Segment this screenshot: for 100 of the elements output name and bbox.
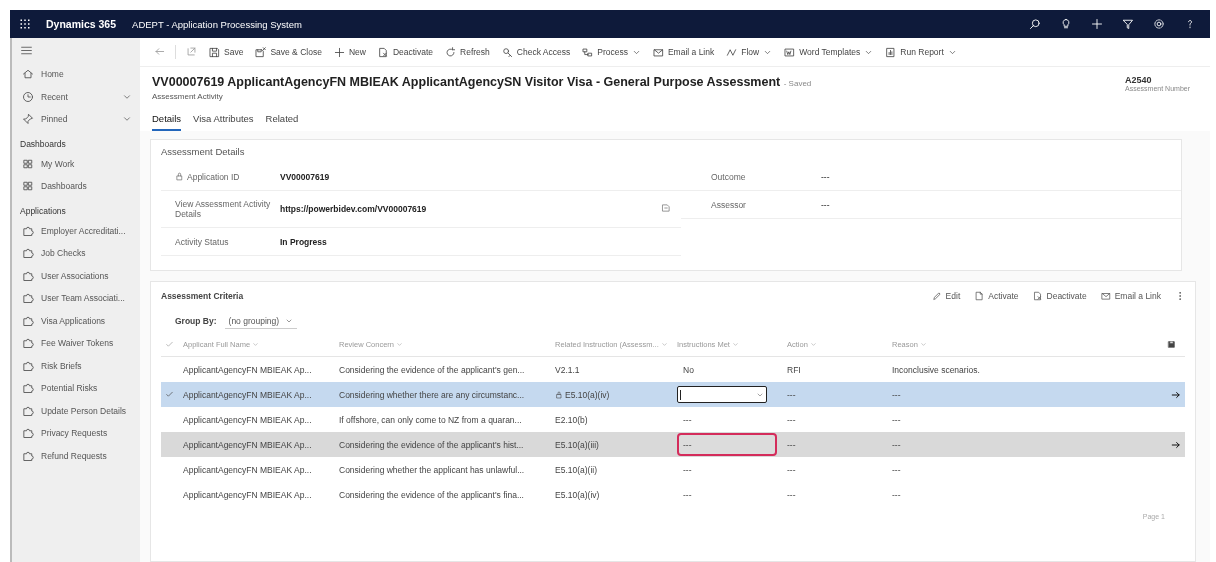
document-icon bbox=[974, 291, 985, 301]
group-by-dropdown[interactable]: (no grouping) bbox=[224, 313, 298, 329]
nav-item[interactable]: Privacy Requests bbox=[12, 422, 140, 445]
refresh-icon bbox=[445, 46, 457, 58]
document-icon bbox=[784, 46, 796, 58]
focused-cell: --- bbox=[677, 433, 777, 456]
table-row[interactable]: ApplicantAgencyFN MBIEAK Ap... Considering the evidence of the applicant's gen... V2.1.1 No RFI Inconclusive scenarios. bbox=[161, 357, 1185, 382]
command-button[interactable]: Save & Close bbox=[249, 41, 328, 63]
table-cell: --- bbox=[787, 389, 796, 400]
nav-item[interactable]: Risk Briefs bbox=[12, 354, 140, 377]
section-title: Assessment Details bbox=[161, 146, 246, 157]
table-cell: ApplicantAgencyFN MBIEAK Ap... bbox=[183, 389, 312, 400]
entity-name: Assessment Activity bbox=[152, 92, 224, 101]
key-icon bbox=[501, 46, 513, 58]
lock-icon bbox=[555, 390, 563, 399]
row-check-icon bbox=[165, 390, 174, 399]
command-button[interactable]: Refresh bbox=[439, 41, 496, 63]
subgrid-command[interactable]: Activate bbox=[974, 291, 1019, 301]
nav-item[interactable]: User Team Associati... bbox=[12, 287, 140, 310]
table-row[interactable]: ApplicantAgencyFN MBIEAK Ap... Considering the evidence of the applicant's hist... E5.10(a)(iii) --- --- --- bbox=[161, 432, 1185, 457]
chevron-icon bbox=[396, 340, 404, 348]
lock-icon bbox=[175, 172, 184, 181]
table-cell: Considering whether the applicant has unlawful... bbox=[339, 464, 525, 475]
field-value: --- bbox=[821, 171, 831, 182]
chevron-icon bbox=[660, 340, 668, 348]
nav-item[interactable]: Update Person Details bbox=[12, 399, 140, 422]
tab[interactable]: Visa Attributes bbox=[193, 111, 254, 131]
table-cell: --- bbox=[892, 439, 901, 450]
open-record-button[interactable] bbox=[1171, 439, 1181, 450]
settings-icon bbox=[1153, 18, 1165, 30]
table-cell: E5.10(a)(ii) bbox=[555, 464, 598, 475]
field-value: VV00007619 bbox=[280, 171, 331, 182]
nav-item[interactable]: User Associations bbox=[12, 264, 140, 287]
nav-item[interactable]: Job Checks bbox=[12, 242, 140, 265]
command-button[interactable]: Run Report bbox=[879, 41, 963, 63]
table-cell: --- bbox=[892, 489, 901, 500]
command-button[interactable]: Check Access bbox=[495, 41, 577, 63]
command-button[interactable]: Email a Link bbox=[646, 41, 721, 63]
open-record-button[interactable] bbox=[1171, 389, 1181, 400]
table-cell-text: --- bbox=[682, 463, 693, 477]
nav-item[interactable]: Recent bbox=[12, 85, 140, 108]
flow-icon bbox=[726, 46, 738, 58]
table-cell: Considering the evidence of the applicant's gen... bbox=[339, 364, 525, 375]
save-icon bbox=[1167, 339, 1176, 349]
table-cell-text: --- bbox=[682, 488, 693, 502]
subgrid-command[interactable]: Email a Link bbox=[1100, 291, 1161, 301]
table-cell: Considering whether there are any circumstanc... bbox=[339, 389, 525, 400]
app-title: ADEPT - Application Processing System bbox=[132, 18, 302, 30]
nav-item[interactable]: Home bbox=[12, 63, 140, 86]
command-button[interactable]: Flow bbox=[720, 41, 779, 63]
table-cell-text: No bbox=[682, 363, 695, 377]
open-link-icon bbox=[661, 203, 671, 213]
filter-icon bbox=[1122, 18, 1134, 30]
select-all-check-icon bbox=[165, 339, 174, 349]
group-by-label: Group By: bbox=[175, 316, 217, 326]
table-row[interactable]: ApplicantAgencyFN MBIEAK Ap... Considering the evidence of the applicant's fina... E5.10(a)(iv) --- --- --- bbox=[161, 482, 1185, 507]
nav-item[interactable]: Potential Risks bbox=[12, 377, 140, 400]
table-cell: E5.10(a)(iii) bbox=[555, 439, 599, 450]
save-status: - Saved bbox=[783, 79, 812, 88]
nav-item[interactable]: Refund Requests bbox=[12, 444, 140, 467]
tab[interactable]: Details bbox=[152, 111, 182, 131]
command-button[interactable]: New bbox=[327, 41, 372, 63]
subgrid-command[interactable]: Edit bbox=[931, 291, 961, 301]
envelope-icon bbox=[652, 46, 664, 58]
pin-icon bbox=[22, 113, 34, 126]
chevron-icon bbox=[919, 340, 927, 348]
field-label: Application ID bbox=[175, 171, 280, 182]
table-row[interactable]: ApplicantAgencyFN MBIEAK Ap... Considering whether there are any circumstanc... E5.10(a)(iv) --- --- bbox=[161, 382, 1185, 407]
app-name[interactable]: Dynamics 365 bbox=[46, 18, 117, 30]
table-cell: --- bbox=[787, 464, 796, 475]
command-button[interactable]: Word Templates bbox=[778, 41, 880, 63]
field-label: View Assessment Activity Details bbox=[175, 199, 272, 219]
url-field[interactable]: https://powerbidev.com/VV00007619 bbox=[280, 204, 661, 214]
table-cell: ApplicantAgencyFN MBIEAK Ap... bbox=[183, 439, 312, 450]
field-value: --- bbox=[821, 199, 831, 210]
command-button[interactable]: Save bbox=[203, 41, 250, 63]
dashboard-icon bbox=[22, 180, 34, 193]
nav-item[interactable]: My Work bbox=[12, 152, 140, 175]
table-cell: Considering the evidence of the applicant's hist... bbox=[339, 439, 524, 450]
envelope-icon bbox=[1100, 291, 1111, 301]
nav-item[interactable]: Dashboards bbox=[12, 175, 140, 198]
table-cell: If offshore, can only come to NZ from a quaran... bbox=[339, 414, 522, 425]
table-row[interactable]: ApplicantAgencyFN MBIEAK Ap... Considering whether the applicant has unlawful... E5.10(a)(ii) --- --- --- bbox=[161, 457, 1185, 482]
table-cell: --- bbox=[892, 414, 901, 425]
command-button[interactable]: Process bbox=[576, 41, 647, 63]
nav-item[interactable]: Visa Applications bbox=[12, 309, 140, 332]
nav-item[interactable]: Fee Waiver Tokens bbox=[12, 332, 140, 355]
table-cell: Inconclusive scenarios. bbox=[892, 364, 980, 375]
instructions-met-dropdown[interactable] bbox=[677, 386, 767, 403]
table-cell: --- bbox=[787, 489, 796, 500]
nav-item[interactable]: Pinned bbox=[12, 108, 140, 131]
nav-item[interactable]: Employer Accreditati... bbox=[12, 219, 140, 242]
table-cell-text: --- bbox=[682, 413, 693, 427]
table-cell: --- bbox=[787, 414, 796, 425]
command-button[interactable]: Deactivate bbox=[371, 41, 440, 63]
right-arrow-icon bbox=[1171, 439, 1181, 450]
subgrid-command[interactable]: Deactivate bbox=[1032, 291, 1087, 301]
tab[interactable]: Related bbox=[265, 111, 299, 131]
table-row[interactable]: ApplicantAgencyFN MBIEAK Ap... If offshore, can only come to NZ from a quaran... E2.10(b) --- --- --- bbox=[161, 407, 1185, 432]
chevron-icon bbox=[731, 340, 739, 348]
